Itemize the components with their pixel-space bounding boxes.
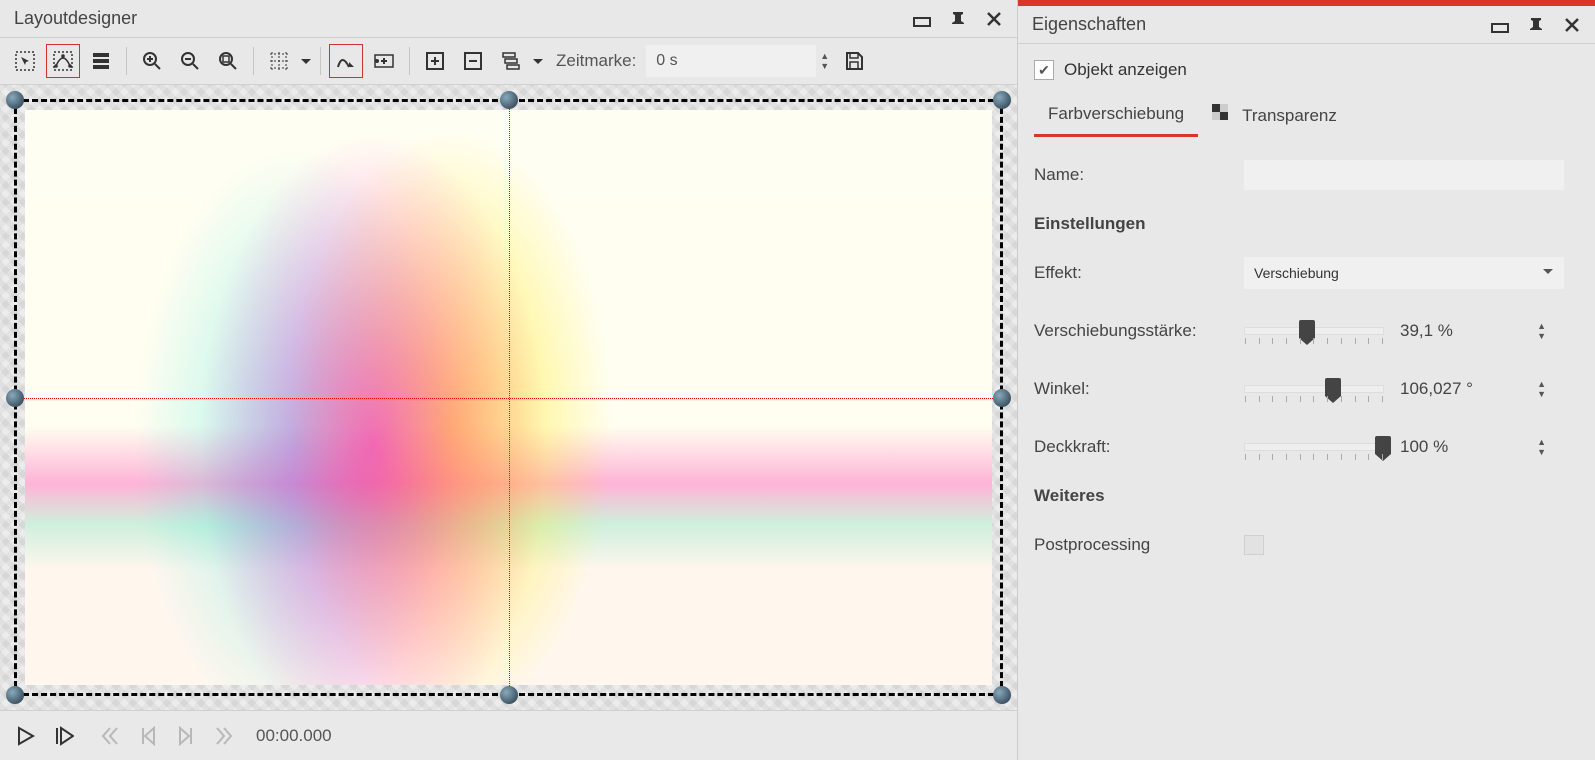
angle-thumb[interactable] xyxy=(1325,378,1341,396)
to-end-button[interactable] xyxy=(208,720,240,752)
tab-colorshift[interactable]: Farbverschiebung xyxy=(1034,94,1198,137)
panel-close-icon[interactable] xyxy=(985,10,1003,28)
strength-slider[interactable] xyxy=(1244,327,1384,335)
layers-dropdown-icon[interactable] xyxy=(532,50,544,72)
timemark-label: Zeitmarke: xyxy=(556,51,636,71)
strength-value: 39,1 % xyxy=(1400,321,1453,341)
opacity-spinner[interactable]: ▲▼ xyxy=(1537,431,1546,463)
next-frame-button[interactable] xyxy=(170,720,202,752)
playbar: 00:00.000 xyxy=(0,710,1017,760)
strength-label: Verschiebungsstärke: xyxy=(1034,321,1244,341)
canvas[interactable] xyxy=(0,85,1017,710)
angle-spinner[interactable]: ▲▼ xyxy=(1537,373,1546,405)
show-object-checkbox[interactable]: ✔ xyxy=(1034,60,1054,80)
chevron-down-icon xyxy=(1542,265,1554,281)
strength-spinner[interactable]: ▲▼ xyxy=(1537,315,1546,347)
props-maximize-icon[interactable] xyxy=(1491,16,1509,34)
resize-handle-bc[interactable] xyxy=(500,686,518,704)
timemark-input[interactable] xyxy=(646,45,816,77)
resize-handle-bl[interactable] xyxy=(6,686,24,704)
show-object-label: Objekt anzeigen xyxy=(1064,60,1187,80)
toolbar: Zeitmarke: ▲▼ xyxy=(0,38,1017,85)
right-panel-title: Eigenschaften xyxy=(1032,14,1146,35)
selection-box[interactable] xyxy=(14,99,1003,696)
canvas-image xyxy=(25,110,992,685)
resize-handle-mr[interactable] xyxy=(993,389,1011,407)
effect-value: Verschiebung xyxy=(1254,265,1339,281)
more-header: Weiteres xyxy=(1034,478,1579,514)
settings-header: Einstellungen xyxy=(1034,206,1579,242)
curve-tool-icon[interactable] xyxy=(46,44,80,78)
strength-thumb[interactable] xyxy=(1299,320,1315,338)
resize-handle-tr[interactable] xyxy=(993,91,1011,109)
angle-label: Winkel: xyxy=(1034,379,1244,399)
play-from-button[interactable] xyxy=(48,720,80,752)
opacity-thumb[interactable] xyxy=(1375,436,1391,454)
path-tool-icon[interactable] xyxy=(329,44,363,78)
plus-icon[interactable] xyxy=(418,44,452,78)
layers-icon[interactable] xyxy=(494,44,528,78)
play-button[interactable] xyxy=(10,720,42,752)
zoom-in-icon[interactable] xyxy=(135,44,169,78)
props-close-icon[interactable] xyxy=(1563,16,1581,34)
align-tool-icon[interactable] xyxy=(84,44,118,78)
tab-transparency[interactable]: Transparenz xyxy=(1198,94,1351,137)
props-pin-icon[interactable] xyxy=(1527,16,1545,34)
opacity-value: 100 % xyxy=(1400,437,1448,457)
minus-icon[interactable] xyxy=(456,44,490,78)
add-keyframe-icon[interactable] xyxy=(367,44,401,78)
grid-dropdown-icon[interactable] xyxy=(300,50,312,72)
cursor-tool-icon[interactable] xyxy=(8,44,42,78)
panel-maximize-icon[interactable] xyxy=(913,10,931,28)
timemark-spinner[interactable]: ▲▼ xyxy=(820,45,829,77)
effect-label: Effekt: xyxy=(1034,263,1244,283)
transparency-icon xyxy=(1212,104,1234,127)
prev-frame-button[interactable] xyxy=(132,720,164,752)
resize-handle-tc[interactable] xyxy=(500,91,518,109)
postprocessing-label: Postprocessing xyxy=(1034,535,1244,555)
left-panel-titlebar: Layoutdesigner xyxy=(0,0,1017,38)
save-icon[interactable] xyxy=(837,44,871,78)
timecode: 00:00.000 xyxy=(256,726,332,746)
name-label: Name: xyxy=(1034,165,1244,185)
to-start-button[interactable] xyxy=(94,720,126,752)
effect-dropdown[interactable]: Verschiebung xyxy=(1244,257,1564,289)
right-panel-titlebar: Eigenschaften xyxy=(1018,6,1595,44)
resize-handle-tl[interactable] xyxy=(6,91,24,109)
zoom-out-icon[interactable] xyxy=(173,44,207,78)
angle-slider[interactable] xyxy=(1244,385,1384,393)
grid-icon[interactable] xyxy=(262,44,296,78)
resize-handle-br[interactable] xyxy=(993,686,1011,704)
opacity-slider[interactable] xyxy=(1244,443,1384,451)
panel-pin-icon[interactable] xyxy=(949,10,967,28)
name-field[interactable] xyxy=(1244,160,1564,190)
opacity-label: Deckkraft: xyxy=(1034,437,1244,457)
resize-handle-ml[interactable] xyxy=(6,389,24,407)
left-panel-title: Layoutdesigner xyxy=(14,8,137,29)
angle-value: 106,027 ° xyxy=(1400,379,1473,399)
zoom-fit-icon[interactable] xyxy=(211,44,245,78)
postprocessing-checkbox[interactable] xyxy=(1244,535,1264,555)
